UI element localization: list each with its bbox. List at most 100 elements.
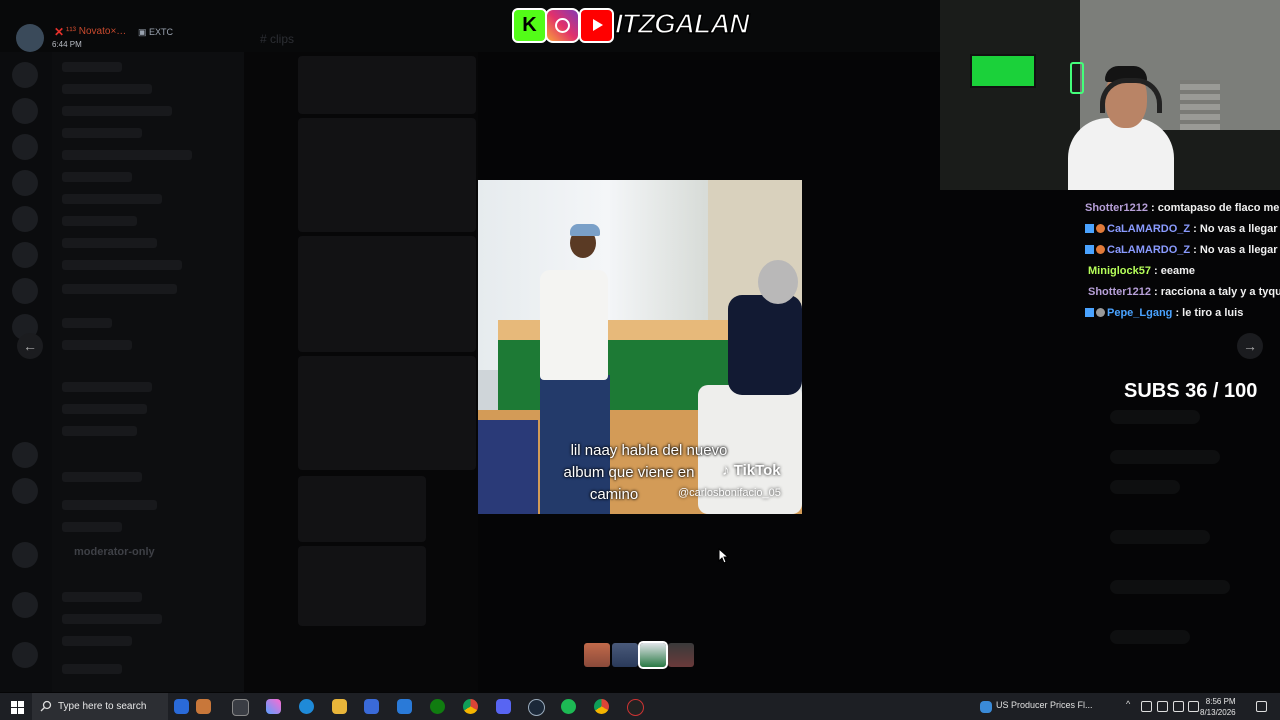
background-server-list bbox=[0, 52, 52, 692]
user-time: 6:44 PM bbox=[52, 40, 82, 49]
media-thumbnail[interactable] bbox=[668, 643, 694, 667]
steam-icon[interactable] bbox=[528, 699, 545, 716]
video-person-right bbox=[728, 295, 802, 395]
video-scene-stool bbox=[478, 420, 538, 514]
search-icon bbox=[40, 700, 52, 712]
file-explorer-icon[interactable] bbox=[332, 699, 347, 714]
start-button[interactable] bbox=[0, 693, 32, 720]
badge-icon bbox=[1096, 224, 1105, 233]
channel-row bbox=[62, 84, 152, 94]
server-icon bbox=[12, 642, 38, 668]
media-tile bbox=[298, 356, 476, 470]
channel-row bbox=[62, 106, 172, 116]
chat-text: : comtapaso de flaco me bbox=[1147, 202, 1280, 214]
media-thumbnail[interactable] bbox=[584, 643, 610, 667]
video-player[interactable]: lil naay habla del nuevo album que viene… bbox=[478, 180, 802, 514]
chevron-up-icon[interactable]: ^ bbox=[1126, 699, 1135, 709]
background-members-list bbox=[1110, 400, 1280, 690]
chat-text: : le tiro a luis bbox=[1172, 307, 1244, 319]
chat-message: CaLAMARDO_Z : No vas a llegar bbox=[1085, 244, 1278, 256]
channel-row bbox=[62, 522, 122, 532]
channel-row bbox=[62, 340, 132, 350]
chat-text: : eeame bbox=[1150, 265, 1195, 277]
taskbar-search[interactable]: Type here to search bbox=[32, 693, 168, 720]
store-icon[interactable] bbox=[364, 699, 379, 714]
server-icon bbox=[12, 134, 38, 160]
news-ticker[interactable]: US Producer Prices Fl... bbox=[996, 700, 1093, 710]
channel-row bbox=[62, 636, 132, 646]
next-button[interactable]: → bbox=[1237, 333, 1263, 359]
search-placeholder: Type here to search bbox=[58, 701, 147, 712]
chat-username: Shotter1212 bbox=[1088, 286, 1151, 298]
xbox-icon[interactable] bbox=[430, 699, 445, 714]
network-icon[interactable] bbox=[1173, 701, 1184, 712]
channel-row bbox=[62, 592, 142, 602]
video-person-left bbox=[540, 270, 608, 380]
channel-row bbox=[62, 150, 192, 160]
taskbar: Type here to search US Producer Prices F… bbox=[0, 693, 1280, 720]
chat-username: CaLAMARDO_Z bbox=[1107, 244, 1191, 256]
previous-button[interactable]: ← bbox=[17, 333, 43, 359]
channel-row bbox=[62, 238, 157, 248]
server-icon bbox=[12, 542, 38, 568]
video-caption-line: lil naay habla del nuevo bbox=[570, 442, 728, 459]
obs-icon[interactable] bbox=[627, 699, 644, 716]
chat-username: Miniglock57 bbox=[1088, 265, 1151, 277]
user-badge: ▣ EXTC bbox=[138, 27, 174, 37]
discord-icon[interactable] bbox=[496, 699, 511, 714]
background-channel-list: moderator-only bbox=[52, 52, 244, 692]
webcam-neon-sign bbox=[1070, 62, 1084, 94]
streamer-shirt bbox=[1068, 118, 1174, 190]
tiktok-username: @carlosbonifacio_05 bbox=[678, 487, 781, 499]
task-view-icon[interactable] bbox=[232, 699, 249, 716]
server-icon bbox=[12, 592, 38, 618]
edge-icon[interactable] bbox=[299, 699, 314, 714]
media-tile bbox=[298, 236, 476, 352]
microphone-icon[interactable] bbox=[1157, 701, 1168, 712]
background-channel-header: # clips bbox=[260, 32, 295, 46]
channel-row bbox=[62, 426, 137, 436]
member-row bbox=[1110, 630, 1190, 644]
instagram-icon bbox=[545, 8, 580, 43]
server-icon bbox=[12, 170, 38, 196]
spotify-icon[interactable] bbox=[561, 699, 576, 714]
chat-message: Miniglock57 : eeame bbox=[1088, 265, 1195, 277]
chrome-icon[interactable] bbox=[594, 699, 609, 714]
chat-text: : No vas a llegar bbox=[1190, 223, 1278, 235]
channel-row bbox=[62, 500, 157, 510]
arrow-right-icon: → bbox=[1243, 338, 1257, 354]
chat-message: Shotter1212 : racciona a taly y a tyqu bbox=[1088, 286, 1280, 298]
media-tile bbox=[298, 118, 476, 232]
chat-message: Pepe_Lgang : le tiro a luis bbox=[1085, 307, 1243, 319]
chat-username: Shotter1212 bbox=[1085, 202, 1148, 214]
member-row bbox=[1110, 450, 1220, 464]
widget-icon[interactable] bbox=[174, 699, 189, 714]
brand-logo: K ITZGALAN bbox=[512, 7, 750, 43]
server-icon bbox=[12, 478, 38, 504]
mail-icon[interactable] bbox=[397, 699, 412, 714]
channel-row bbox=[62, 664, 122, 674]
tray-app-icon[interactable] bbox=[1141, 701, 1152, 712]
taskbar-clock[interactable]: 8:56 PM 8/13/2026 bbox=[1200, 696, 1236, 718]
video-person-left bbox=[570, 224, 600, 236]
kick-icon: K bbox=[512, 8, 547, 43]
video-person-right bbox=[758, 260, 798, 304]
chrome-icon[interactable] bbox=[463, 699, 478, 714]
news-icon[interactable] bbox=[980, 701, 992, 713]
server-icon bbox=[12, 62, 38, 88]
notification-icon[interactable] bbox=[1256, 701, 1267, 712]
volume-icon[interactable] bbox=[1188, 701, 1199, 712]
media-thumbnail[interactable] bbox=[612, 643, 638, 667]
football-icon[interactable] bbox=[196, 699, 211, 714]
copilot-icon[interactable] bbox=[266, 699, 281, 714]
badge-icon bbox=[1096, 245, 1105, 254]
media-tile bbox=[298, 546, 426, 626]
close-icon: ✕ bbox=[54, 25, 65, 39]
background-media-grid bbox=[244, 52, 478, 692]
server-icon bbox=[12, 242, 38, 268]
channel-moderator-only: moderator-only bbox=[74, 546, 155, 558]
badge-icon bbox=[1085, 245, 1094, 254]
mouse-cursor-icon bbox=[718, 548, 730, 564]
channel-row bbox=[62, 172, 132, 182]
media-thumbnail-active[interactable] bbox=[638, 641, 668, 669]
